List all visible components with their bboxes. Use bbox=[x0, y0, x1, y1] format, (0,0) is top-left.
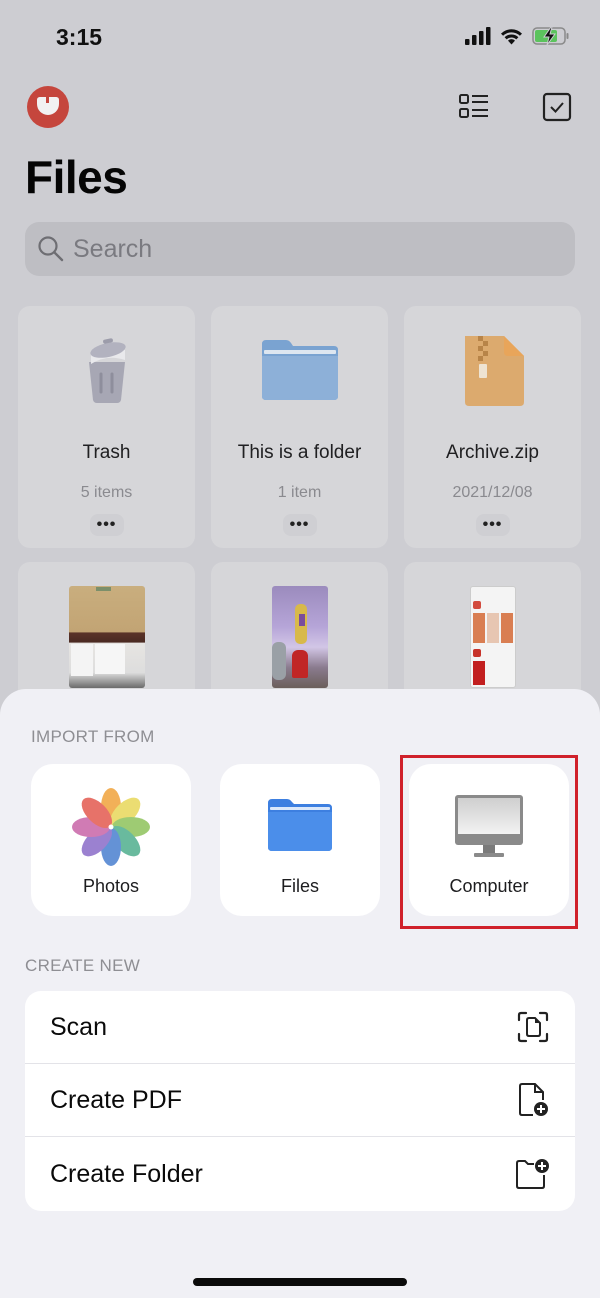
file-meta: 1 item bbox=[277, 484, 322, 501]
trash-icon bbox=[88, 338, 126, 403]
scan-document-icon bbox=[517, 1011, 549, 1043]
top-bar bbox=[0, 84, 600, 134]
page-title: Files bbox=[25, 151, 128, 203]
file-card-folder[interactable]: This is a folder 1 item ••• bbox=[211, 306, 388, 548]
select-checkbox-icon bbox=[542, 92, 572, 122]
search-icon bbox=[38, 236, 64, 262]
create-option-label: Create PDF bbox=[50, 1085, 182, 1114]
app-logo-icon[interactable] bbox=[27, 86, 69, 128]
file-name: This is a folder bbox=[237, 442, 362, 463]
photo-thumbnail-notes bbox=[68, 586, 145, 688]
file-card-trash[interactable]: Trash 5 items ••• bbox=[18, 306, 195, 548]
highlight-annotation bbox=[400, 755, 578, 929]
photos-app-icon bbox=[72, 788, 150, 866]
file-name: Trash bbox=[82, 442, 131, 463]
home-indicator[interactable] bbox=[193, 1278, 407, 1286]
folder-icon bbox=[261, 340, 338, 400]
search-bar[interactable] bbox=[25, 222, 575, 276]
files-folder-icon bbox=[268, 799, 332, 851]
create-scan-item[interactable]: Scan bbox=[25, 991, 575, 1064]
status-icons bbox=[465, 26, 570, 46]
create-folder-item[interactable]: Create Folder bbox=[25, 1137, 575, 1211]
wifi-icon bbox=[501, 29, 522, 45]
import-files-button[interactable]: Files bbox=[220, 764, 380, 916]
new-folder-plus-icon bbox=[516, 1159, 549, 1189]
new-document-plus-icon bbox=[519, 1083, 548, 1116]
create-option-label: Scan bbox=[50, 1012, 107, 1041]
logo-tooth bbox=[46, 97, 49, 103]
file-name: Archive.zip bbox=[446, 442, 539, 463]
import-sheet: IMPORT FROM Photos Files Computer CREATE… bbox=[0, 689, 600, 1298]
import-section-label: IMPORT FROM bbox=[31, 727, 155, 746]
more-button[interactable]: ••• bbox=[475, 514, 510, 536]
status-time: 3:15 bbox=[56, 24, 103, 50]
cellular-signal-icon bbox=[465, 27, 491, 45]
create-pdf-item[interactable]: Create PDF bbox=[25, 1064, 575, 1137]
import-option-label: Files bbox=[280, 876, 319, 896]
create-section-label: CREATE NEW bbox=[25, 956, 141, 975]
file-meta: 2021/12/08 bbox=[452, 484, 533, 501]
list-view-icon bbox=[459, 94, 488, 118]
status-bar: 3:15 bbox=[0, 0, 600, 76]
more-button[interactable]: ••• bbox=[89, 514, 124, 536]
import-option-label: Photos bbox=[82, 876, 140, 896]
select-button[interactable] bbox=[540, 90, 574, 124]
search-input[interactable] bbox=[73, 234, 553, 264]
file-meta: 5 items bbox=[80, 484, 133, 501]
more-button[interactable]: ••• bbox=[282, 514, 317, 536]
create-new-list: Scan Create PDF Create Folder bbox=[25, 991, 575, 1211]
file-card-archive[interactable]: Archive.zip 2021/12/08 ••• bbox=[404, 306, 581, 548]
zip-archive-icon bbox=[464, 336, 524, 406]
photo-thumbnail-stage bbox=[271, 586, 328, 688]
import-photos-button[interactable]: Photos bbox=[31, 764, 191, 916]
screenshot-thumbnail-appstore bbox=[469, 586, 516, 688]
list-view-button[interactable] bbox=[457, 90, 491, 124]
create-option-label: Create Folder bbox=[50, 1159, 203, 1188]
battery-charging-icon bbox=[532, 26, 569, 46]
